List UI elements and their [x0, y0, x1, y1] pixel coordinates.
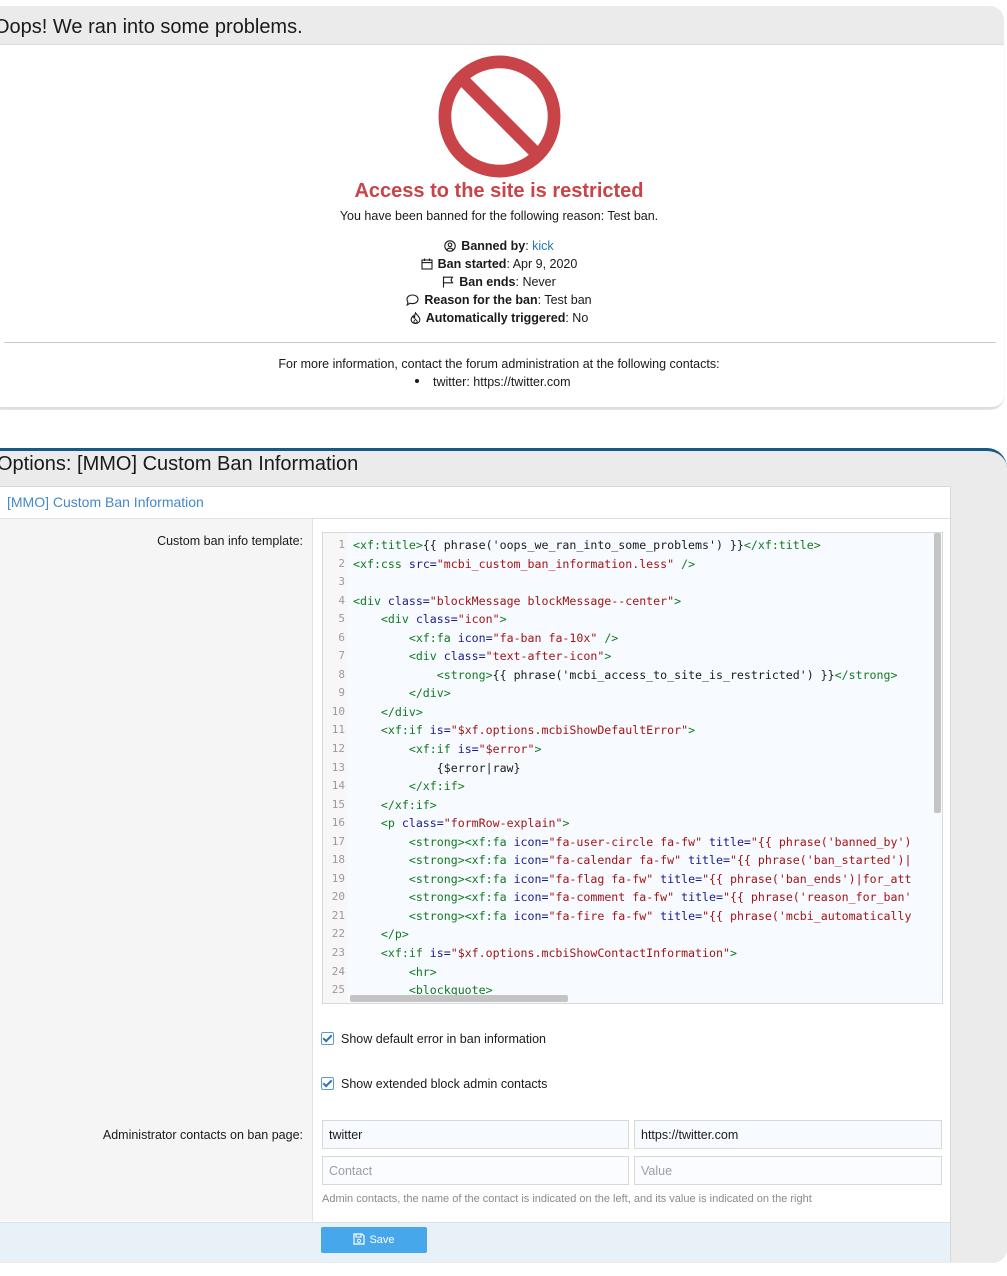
- code-line: 19 <strong><xf:fa icon="fa-flag fa-fw" t…: [331, 871, 912, 886]
- horizontal-scrollbar[interactable]: [350, 995, 568, 1002]
- block-header-link[interactable]: [MMO] Custom Ban Information: [7, 494, 204, 510]
- code-line: 11 <xf:if is="$xf.options.mcbiShowDefaul…: [331, 723, 696, 738]
- show-extended-contacts-checkbox-row[interactable]: Show extended block admin contacts: [321, 1077, 547, 1091]
- contact-list-item: twitter: https://twitter.com: [415, 375, 571, 389]
- code-line: 24 <hr>: [331, 964, 437, 979]
- checkbox-label: Show extended block admin contacts: [341, 1077, 548, 1091]
- ban-ends-value: Never: [522, 275, 556, 289]
- ban-reason-value: Test ban: [544, 293, 592, 307]
- template-label: Custom ban info template:: [157, 534, 303, 548]
- code-line: 21 <strong><xf:fa icon="fa-fire fa-fw" t…: [331, 908, 912, 923]
- code-lines: 1 <xf:title>{{ phrase('oops_we_ran_into_s…: [323, 536, 935, 1000]
- detail-label: Banned by: [461, 239, 526, 253]
- fire-icon: [410, 312, 421, 324]
- ban-detail-ends: Ban ends: Never: [0, 273, 998, 291]
- form-label-column: Custom ban info template: Administrator …: [0, 519, 313, 1221]
- ban-detail-auto: Automatically triggered: No: [0, 309, 998, 327]
- ban-reason-text: You have been banned for the following r…: [339, 209, 659, 223]
- options-panel: Options: [MMO] Custom Ban Information [M…: [0, 448, 1007, 1263]
- auto-triggered-value: No: [572, 311, 589, 325]
- banned-by-link[interactable]: kick: [532, 239, 554, 253]
- code-line: 20 <strong><xf:fa icon="fa-comment fa-fw…: [331, 890, 912, 905]
- calendar-icon: [421, 258, 433, 270]
- ban-detail-banned-by: Banned by: kick: [0, 237, 998, 255]
- form-submit-row: Save: [0, 1222, 950, 1262]
- contact-value-input[interactable]: https://twitter.com: [634, 1120, 942, 1149]
- save-icon: [353, 1233, 366, 1245]
- checkbox-checked-icon[interactable]: [321, 1077, 334, 1090]
- save-label: Save: [369, 1234, 395, 1246]
- restricted-heading: Access to the site is restricted: [354, 180, 644, 202]
- bullet-icon: [415, 379, 419, 383]
- checkbox-checked-icon[interactable]: [321, 1032, 334, 1045]
- code-line: 14 </xf:if>: [331, 779, 465, 794]
- save-button[interactable]: Save: [321, 1227, 427, 1253]
- contacts-hint: Admin contacts, the name of the contact …: [322, 1193, 812, 1205]
- ban-message-block: Access to the site is restricted You hav…: [0, 44, 1004, 408]
- options-page-title: Options: [MMO] Custom Ban Information: [0, 453, 359, 475]
- code-line: 13 {$error|raw}: [331, 760, 521, 775]
- code-line: 18 <strong><xf:fa icon="fa-calendar fa-f…: [331, 853, 912, 868]
- contact-name: twitter: [433, 375, 467, 389]
- divider: [4, 342, 996, 343]
- code-line: 10 </div>: [331, 704, 423, 719]
- contacts-label: Administrator contacts on ban page:: [102, 1128, 303, 1142]
- options-form-block: [MMO] Custom Ban Information Custom ban …: [0, 486, 951, 1262]
- template-code-editor[interactable]: 1 <xf:title>{{ phrase('oops_we_ran_into_s…: [322, 532, 943, 1004]
- detail-label: Automatically triggered: [425, 311, 566, 325]
- ban-detail-started: Ban started: Apr 9, 2020: [0, 255, 998, 273]
- detail-label: Ban ends: [459, 275, 516, 289]
- contact-intro-text: For more information, contact the forum …: [278, 357, 720, 371]
- new-contact-name-input[interactable]: Contact: [322, 1156, 629, 1185]
- user-circle-icon: [444, 240, 457, 252]
- ban-error-panel: Oops! We ran into some problems. Access …: [0, 6, 1004, 410]
- ban-icon: [438, 55, 561, 178]
- contact-value: https://twitter.com: [473, 375, 571, 389]
- code-line: 8 <strong>{{ phrase('mcbi_access_to_site…: [338, 667, 898, 682]
- code-line: 17 <strong><xf:fa icon="fa-user-circle f…: [331, 834, 912, 849]
- code-line: 1 <xf:title>{{ phrase('oops_we_ran_into_s…: [338, 538, 821, 552]
- code-line: 15 </xf:if>: [331, 797, 437, 812]
- new-contact-value-input[interactable]: Value: [634, 1156, 942, 1185]
- flag-icon: [443, 276, 454, 288]
- vertical-scrollbar[interactable]: [934, 533, 941, 813]
- ban-started-value: Apr 9, 2020: [512, 257, 578, 271]
- code-line: 4 <div class="blockMessage blockMessage--…: [338, 593, 682, 608]
- code-line: 5 <div class="icon">: [338, 612, 507, 627]
- block-header: [MMO] Custom Ban Information: [0, 487, 950, 519]
- checkbox-label: Show default error in ban information: [341, 1032, 546, 1046]
- code-line: 7 <div class="text-after-icon">: [338, 649, 612, 664]
- code-line: 12 <xf:if is="$error">: [331, 742, 542, 757]
- detail-label: Ban started: [437, 257, 507, 271]
- code-line: 2 <xf:css src="mcbi_custom_ban_informatio…: [338, 556, 696, 571]
- code-line: 3: [338, 575, 345, 589]
- code-line: 6 <xf:fa icon="fa-ban fa-10x" />: [338, 630, 619, 645]
- contact-name-input[interactable]: twitter: [322, 1120, 629, 1149]
- code-line: 16 <p class="formRow-explain">: [331, 816, 570, 831]
- code-line: 22 </p>: [331, 927, 409, 942]
- error-page-title: Oops! We ran into some problems.: [0, 16, 303, 38]
- ban-details: Banned by: kick Ban started: Apr 9, 2020…: [0, 237, 998, 327]
- comment-icon: [406, 294, 419, 306]
- ban-detail-reason: Reason for the ban: Test ban: [0, 291, 998, 309]
- detail-label: Reason for the ban: [424, 293, 538, 307]
- code-line: 23 <xf:if is="$xf.options.mcbiShowContac…: [331, 946, 737, 961]
- show-default-error-checkbox-row[interactable]: Show default error in ban information: [321, 1032, 546, 1046]
- code-line: 9 </div>: [338, 686, 451, 701]
